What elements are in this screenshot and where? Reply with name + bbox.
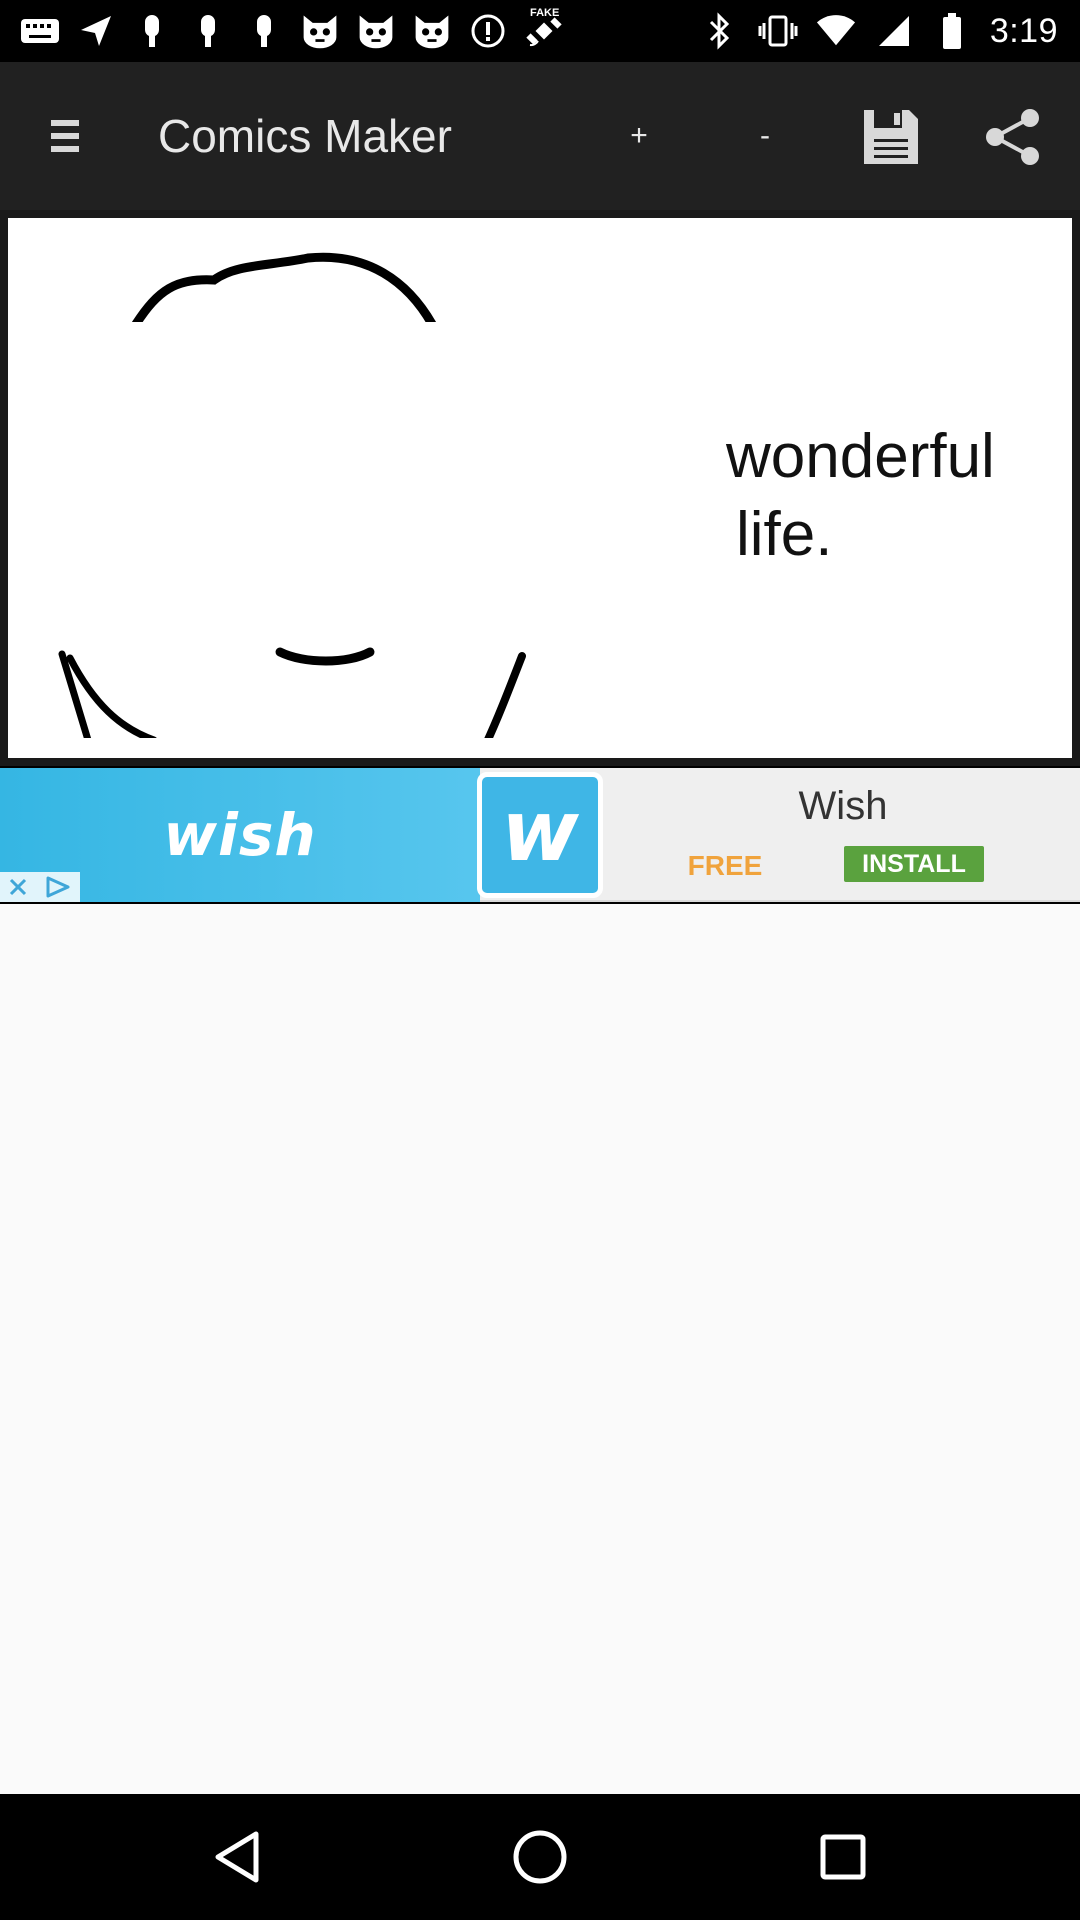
ad-choices-icon	[46, 876, 70, 898]
menu-icon	[51, 120, 79, 152]
home-button[interactable]	[505, 1822, 575, 1892]
info-circle-icon	[468, 11, 508, 51]
vibrate-icon	[758, 11, 798, 51]
app-title: Comics Maker	[158, 110, 452, 162]
back-button[interactable]	[202, 1822, 272, 1892]
close-icon	[9, 878, 27, 896]
ad-price-label: FREE	[687, 850, 763, 881]
back-triangle-icon	[215, 1831, 259, 1883]
save-button[interactable]	[858, 102, 924, 172]
clock: 3:19	[989, 11, 1058, 50]
battery-icon	[932, 11, 972, 51]
status-bar: FAKE 3:19	[0, 0, 1080, 62]
zoom-out-button[interactable]: -	[738, 106, 792, 166]
menu-button[interactable]	[40, 106, 90, 166]
share-icon	[986, 109, 1039, 165]
mic-icon	[244, 11, 284, 51]
ad-banner[interactable]: wish w Wish FREE INSTALL	[0, 768, 1080, 902]
keyboard-icon	[20, 11, 60, 51]
cat-face-icon	[300, 11, 340, 51]
satellite-icon: FAKE	[524, 7, 564, 51]
install-button[interactable]: INSTALL	[844, 846, 984, 882]
mic-icon	[188, 11, 228, 51]
cat-face-icon	[356, 11, 396, 51]
ad-close-button[interactable]	[0, 872, 36, 902]
comic-panel[interactable]: wonderful life.	[8, 218, 1072, 758]
caption-line-2: life.	[736, 500, 833, 569]
zoom-in-button[interactable]: +	[612, 106, 666, 166]
mic-icon	[132, 11, 172, 51]
wifi-icon	[816, 11, 856, 51]
system-icons: 3:19	[700, 8, 1058, 54]
save-icon	[864, 110, 918, 164]
satellite-tag: FAKE	[530, 7, 560, 19]
home-circle-icon	[513, 1830, 567, 1884]
signal-icon	[874, 11, 914, 51]
notification-icons: FAKE	[20, 7, 564, 54]
comic-canvas-frame: wonderful life.	[0, 210, 1080, 766]
ad-wordmark: wish	[163, 801, 317, 869]
share-button[interactable]	[980, 102, 1046, 172]
content-area	[0, 904, 1080, 1794]
caption-line-1: wonderful	[726, 422, 995, 491]
navigation-arrow-icon	[76, 11, 116, 51]
recents-square-icon	[820, 1834, 866, 1880]
ad-logo-letter: w	[501, 782, 579, 880]
ad-app-name: Wish	[798, 784, 888, 828]
app-bar: Comics Maker + -	[0, 62, 1080, 210]
cat-face-icon	[412, 11, 452, 51]
ad-choices-button[interactable]	[36, 872, 80, 902]
navigation-bar	[0, 1794, 1080, 1920]
comic-caption[interactable]: wonderful life.	[726, 418, 1046, 574]
recents-button[interactable]	[808, 1822, 878, 1892]
wish-logo-icon[interactable]: w	[477, 772, 603, 898]
bluetooth-icon	[700, 11, 740, 51]
